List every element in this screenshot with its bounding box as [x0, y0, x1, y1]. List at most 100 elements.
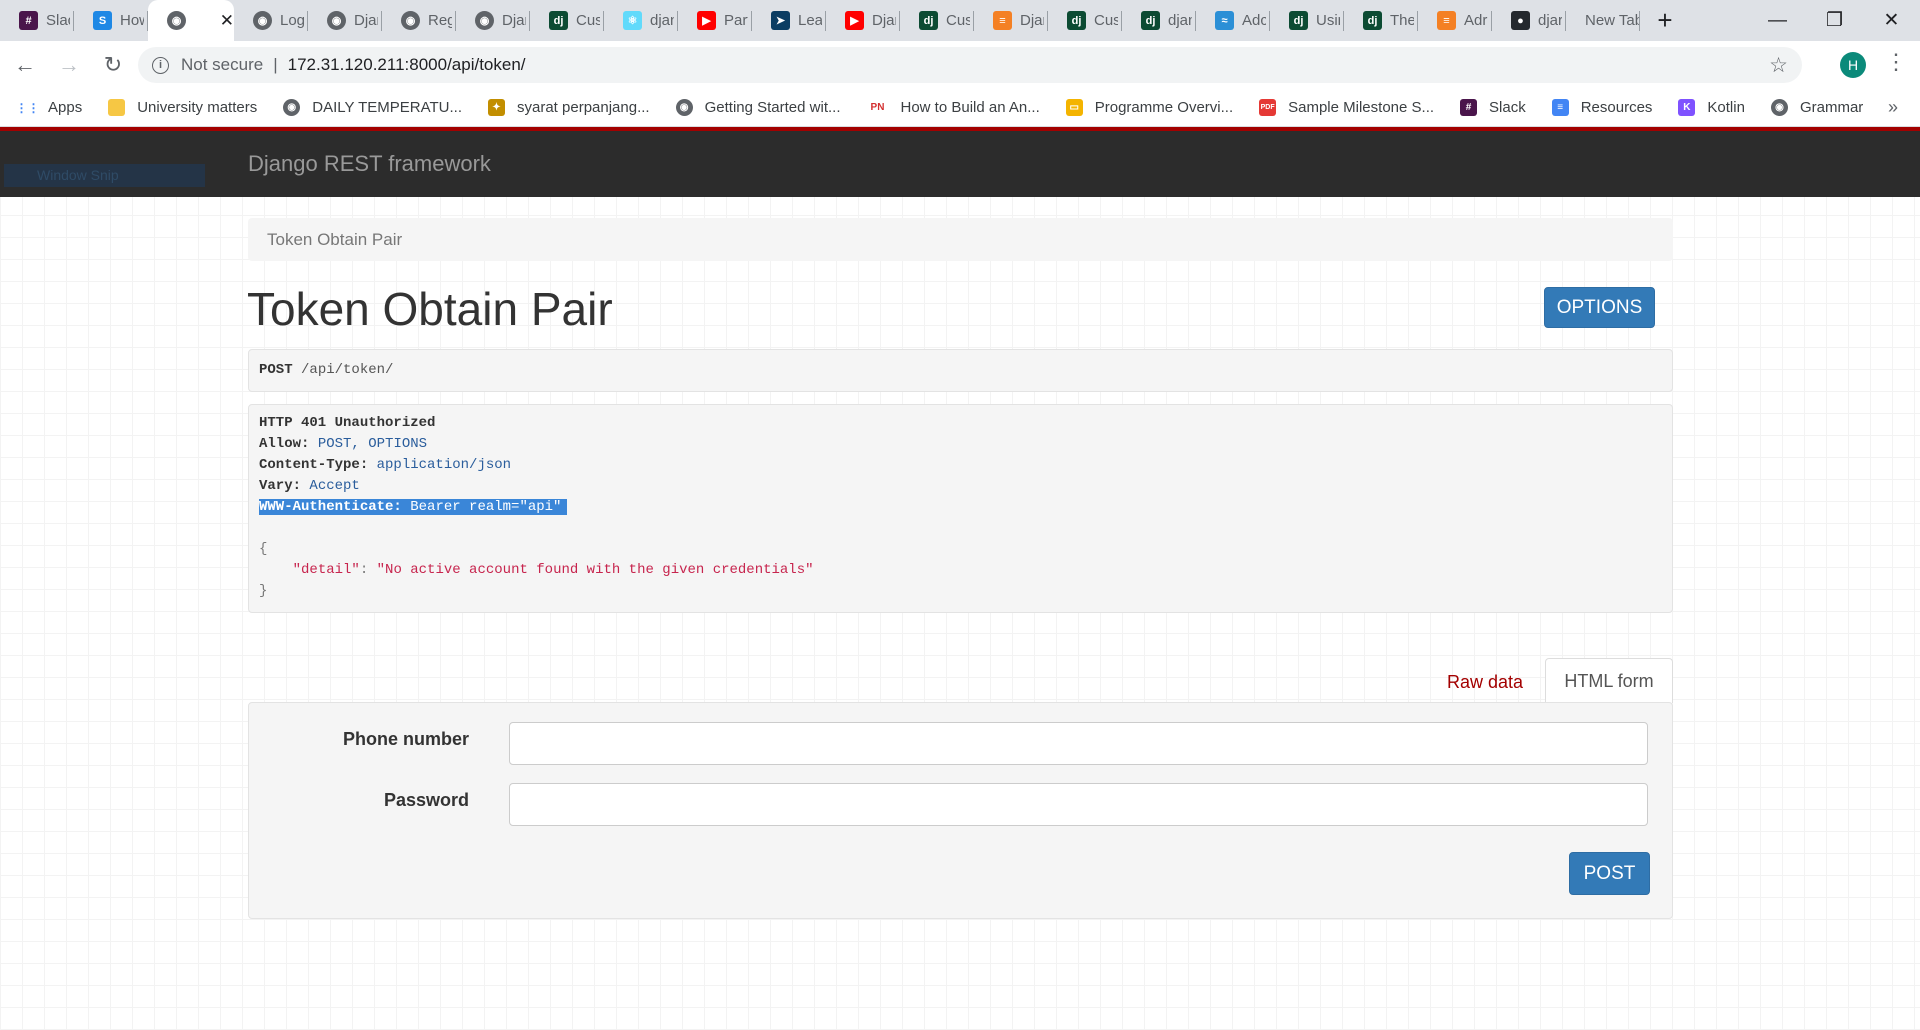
post-button[interactable]: POST — [1569, 852, 1650, 895]
new-tab-button[interactable]: + — [1640, 0, 1690, 41]
globe-icon: ◉ — [475, 11, 494, 30]
form-tabs: Raw data HTML form — [248, 651, 1673, 703]
response-header-allow: Allow: POST, OPTIONS — [259, 436, 428, 452]
bookmark-item[interactable]: ◉ DAILY TEMPERATU... — [283, 99, 462, 116]
globe-icon: ◉ — [1770, 99, 1788, 116]
tab-title: The — [1390, 12, 1414, 29]
request-path: /api/token/ — [301, 362, 394, 378]
request-info: POST /api/token/ — [248, 349, 1673, 392]
bookmarks-overflow-icon[interactable]: » — [1888, 97, 1898, 118]
request-method: POST — [259, 362, 293, 378]
browser-tab[interactable]: ➤ Lea — [752, 0, 826, 41]
bookmarks-bar: ⋮⋮ Apps University matters ◉ DAILY TEMPERATU… — [0, 89, 1920, 127]
tab-title: djan — [650, 12, 674, 29]
tab-title: djan — [1168, 12, 1192, 29]
menu-dots-icon[interactable]: ⋮ — [1884, 49, 1908, 81]
reload-icon[interactable]: ↻ — [94, 46, 132, 84]
bookmark-item[interactable]: ◉ Grammar — [1770, 99, 1863, 116]
bookmark-label: Kotlin — [1707, 99, 1745, 116]
browser-tab[interactable]: ◉ ✕ — [148, 0, 234, 41]
globe-icon: ◉ — [167, 11, 186, 30]
browser-tab[interactable]: ≡ Djan — [974, 0, 1048, 41]
browser-tab[interactable]: ◉ Djan — [308, 0, 382, 41]
browser-tab[interactable]: # Slack — [0, 0, 74, 41]
back-arrow-icon[interactable]: ← — [6, 46, 44, 84]
url-text[interactable]: 172.31.120.211:8000/api/token/ — [288, 55, 526, 75]
browser-tab[interactable]: dj Cus — [900, 0, 974, 41]
django-icon: dj — [549, 11, 568, 30]
bookmark-label: Apps — [48, 99, 83, 116]
json-colon: : — [359, 562, 377, 578]
address-bar[interactable]: i Not secure | 172.31.120.211:8000/api/t… — [138, 47, 1802, 83]
globe-icon: ◉ — [675, 99, 693, 116]
bookmark-label: University matters — [137, 99, 258, 116]
browser-tab-new[interactable]: New Tab — [1566, 0, 1640, 41]
bookmark-item[interactable]: ✦ syarat perpanjang... — [488, 99, 650, 116]
response-header-vary: Vary: Accept — [259, 478, 360, 494]
bookmark-item[interactable]: ≡ Resources — [1551, 99, 1653, 116]
tab-title: Cus — [576, 12, 600, 29]
stackoverflow-icon: ≡ — [993, 11, 1012, 30]
browser-tab[interactable]: ● djar — [1492, 0, 1566, 41]
profile-avatar[interactable]: H — [1840, 52, 1866, 78]
bookmark-item[interactable]: PN How to Build an An... — [866, 99, 1040, 116]
forward-arrow-icon[interactable]: → — [50, 46, 88, 84]
phone-number-input[interactable] — [509, 722, 1648, 765]
bookmark-item[interactable]: ⋮⋮ Apps — [16, 99, 83, 116]
browser-tab[interactable]: dj Usin — [1270, 0, 1344, 41]
password-label: Password — [383, 790, 469, 810]
bookmark-item[interactable]: University matters — [108, 99, 257, 116]
security-label: Not secure — [181, 55, 264, 74]
bookmark-item[interactable]: ▭ Programme Overvi... — [1065, 99, 1233, 116]
password-input[interactable] — [509, 783, 1648, 826]
json-key: "detail" — [292, 562, 360, 578]
browser-tab[interactable]: ≈ Adc — [1196, 0, 1270, 41]
info-icon[interactable]: i — [152, 56, 169, 74]
browser-tab[interactable]: ◉ Log — [234, 0, 308, 41]
django-icon: dj — [1141, 11, 1160, 30]
github-icon: ● — [1511, 11, 1530, 30]
browser-tab[interactable]: S How — [74, 0, 148, 41]
bookmark-item[interactable]: ◉ Getting Started wit... — [675, 99, 841, 116]
browser-tab[interactable]: dj The — [1344, 0, 1418, 41]
kotlin-icon: K — [1678, 99, 1696, 116]
bookmark-label: Resources — [1580, 99, 1653, 116]
browser-tab[interactable]: dj Cus — [530, 0, 604, 41]
browser-tab[interactable]: ◉ Reg — [382, 0, 456, 41]
tab-title: Adc — [1242, 12, 1266, 29]
browser-tab[interactable]: djdjan — [1122, 0, 1196, 41]
globe-icon: ◉ — [253, 11, 272, 30]
django-icon: dj — [919, 11, 938, 30]
restore-icon[interactable]: ❐ — [1806, 0, 1863, 41]
django-icon: dj — [1363, 11, 1382, 30]
browser-tab[interactable]: dj Cus — [1048, 0, 1122, 41]
minimize-icon[interactable]: — — [1749, 0, 1806, 41]
browser-tab[interactable]: ▶ Djan — [826, 0, 900, 41]
bookmark-label: Slack — [1489, 99, 1526, 116]
bookmark-star-icon[interactable]: ☆ — [1769, 53, 1788, 78]
breadcrumb: Token Obtain Pair — [248, 218, 1673, 261]
youtube-icon: ▶ — [697, 11, 716, 30]
tab-raw-data[interactable]: Raw data — [1427, 661, 1543, 703]
browser-tab[interactable]: ≡ Adr — [1418, 0, 1492, 41]
tab-close-icon[interactable]: ✕ — [220, 11, 234, 31]
browser-tab[interactable]: ⚛ djan — [604, 0, 678, 41]
browser-tab[interactable]: ◉ Djan — [456, 0, 530, 41]
react-icon: ⚛ — [623, 11, 642, 30]
bookmark-label: Getting Started wit... — [704, 99, 841, 116]
bookmark-item[interactable]: PDF Sample Milestone S... — [1259, 99, 1434, 116]
bookmark-item[interactable]: # Slack — [1460, 99, 1526, 116]
browser-tab[interactable]: ▶ Part — [678, 0, 752, 41]
arrow-icon: ➤ — [771, 11, 790, 30]
tab-title: Cus — [946, 12, 970, 29]
close-window-icon[interactable]: ✕ — [1863, 0, 1920, 41]
bookmark-item[interactable]: K Kotlin — [1678, 99, 1745, 116]
globe-icon: ◉ — [401, 11, 420, 30]
django-icon: dj — [1067, 11, 1086, 30]
tab-title: Djan — [872, 12, 896, 29]
breadcrumb-item[interactable]: Token Obtain Pair — [267, 230, 402, 249]
docs-icon: ≡ — [1551, 99, 1569, 116]
options-button[interactable]: OPTIONS — [1544, 287, 1655, 328]
tab-html-form[interactable]: HTML form — [1545, 658, 1673, 703]
phone-number-label: Phone number — [342, 729, 469, 749]
